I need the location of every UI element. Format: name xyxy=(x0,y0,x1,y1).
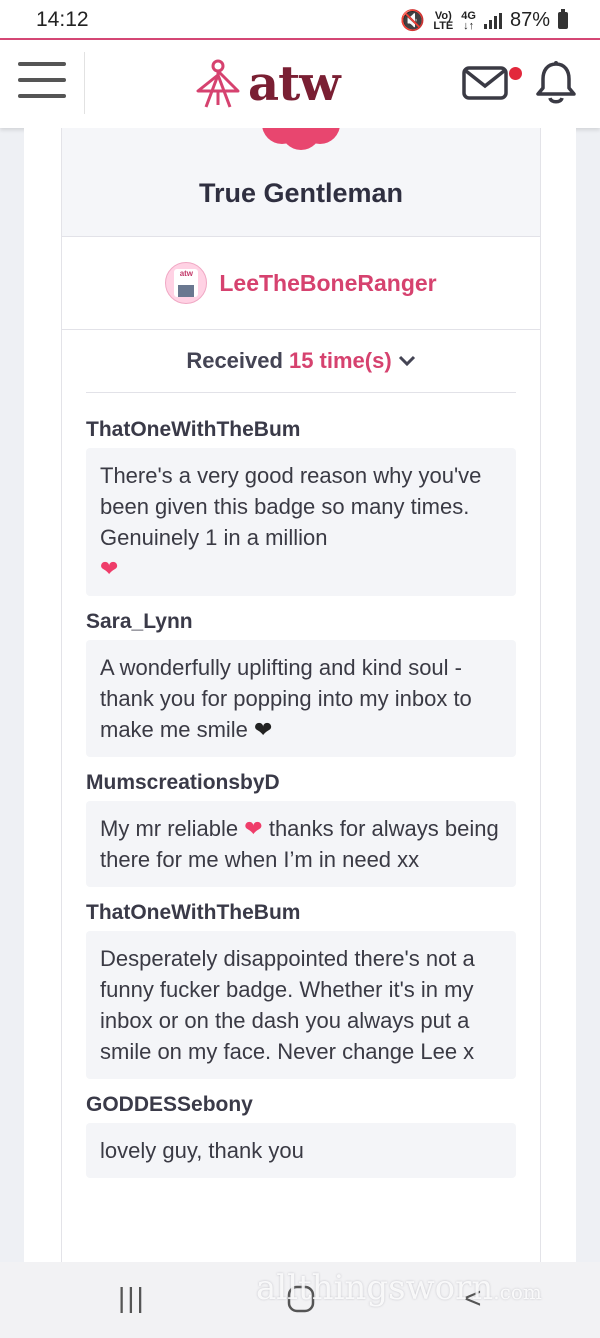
envelope-icon[interactable] xyxy=(462,66,508,100)
badge-icon xyxy=(262,128,340,150)
comment-item: MumscreationsbyD My mr reliable ❤ thanks… xyxy=(86,771,516,887)
comment-author[interactable]: GODDESSebony xyxy=(86,1093,516,1117)
comment-text: Desperately disappointed there's not a f… xyxy=(86,931,516,1079)
hamburger-menu-icon[interactable] xyxy=(18,62,66,102)
comment-text: There's a very good reason why you've be… xyxy=(86,448,516,596)
site-logo[interactable]: atw xyxy=(192,56,341,112)
comment-author[interactable]: MumscreationsbyD xyxy=(86,771,516,795)
signal-icon xyxy=(483,12,502,29)
volte-icon: Vo) LTE xyxy=(433,9,454,32)
status-bar: 14:12 🔇 Vo) LTE 4G ↓↑ 87% xyxy=(0,0,600,40)
black-heart-icon: ❤ xyxy=(254,717,273,742)
heart-icon: ❤ xyxy=(244,816,263,841)
received-count: 15 time(s) xyxy=(288,348,392,373)
status-icons: 🔇 Vo) LTE 4G ↓↑ 87% xyxy=(400,8,568,33)
recents-button[interactable]: ||| xyxy=(118,1282,146,1318)
avatar[interactable]: atw xyxy=(165,262,208,304)
comment-author[interactable]: Sara_Lynn xyxy=(86,610,516,634)
comment-list: ThatOneWithTheBum There's a very good re… xyxy=(86,418,516,1192)
comment-author[interactable]: ThatOneWithTheBum xyxy=(86,418,516,442)
header-divider xyxy=(84,52,85,114)
mute-icon: 🔇 xyxy=(400,10,426,32)
comment-text: lovely guy, thank you xyxy=(86,1123,516,1178)
comment-text: A wonderfully uplifting and kind soul - … xyxy=(86,640,516,757)
badge-title: True Gentleman xyxy=(198,178,404,208)
logo-text: atw xyxy=(248,56,341,112)
badge-card: True Gentleman atw LeeTheBoneRanger Rece… xyxy=(61,128,541,1262)
comment-item: GODDESSebony lovely guy, thank you xyxy=(86,1093,516,1178)
badge-header: True Gentleman xyxy=(62,128,540,237)
received-label: Received xyxy=(186,348,283,373)
hanger-logo-icon xyxy=(196,59,240,108)
chevron-down-icon xyxy=(398,355,415,367)
received-toggle[interactable]: Received 15 time(s) xyxy=(86,330,516,393)
battery-level: 87% xyxy=(509,9,550,31)
comment-text: My mr reliable ❤ thanks for always being… xyxy=(86,801,516,887)
bell-icon[interactable] xyxy=(535,60,577,106)
comment-item: ThatOneWithTheBum Desperately disappoint… xyxy=(86,901,516,1079)
watermark: allthingsworn.com xyxy=(256,1268,542,1308)
battery-icon xyxy=(558,9,568,29)
notification-dot xyxy=(509,67,522,80)
heart-icon: ❤ xyxy=(100,556,119,581)
comment-item: ThatOneWithTheBum There's a very good re… xyxy=(86,418,516,596)
username-link[interactable]: LeeTheBoneRanger xyxy=(219,270,436,297)
network-type-icon: 4G ↓↑ xyxy=(461,9,476,32)
app-header: atw xyxy=(0,40,600,128)
comment-item: Sara_Lynn A wonderfully uplifting and ki… xyxy=(86,610,516,757)
comment-author[interactable]: ThatOneWithTheBum xyxy=(86,901,516,925)
badge-recipient[interactable]: atw LeeTheBoneRanger xyxy=(62,237,540,330)
status-time: 14:12 xyxy=(36,8,89,31)
